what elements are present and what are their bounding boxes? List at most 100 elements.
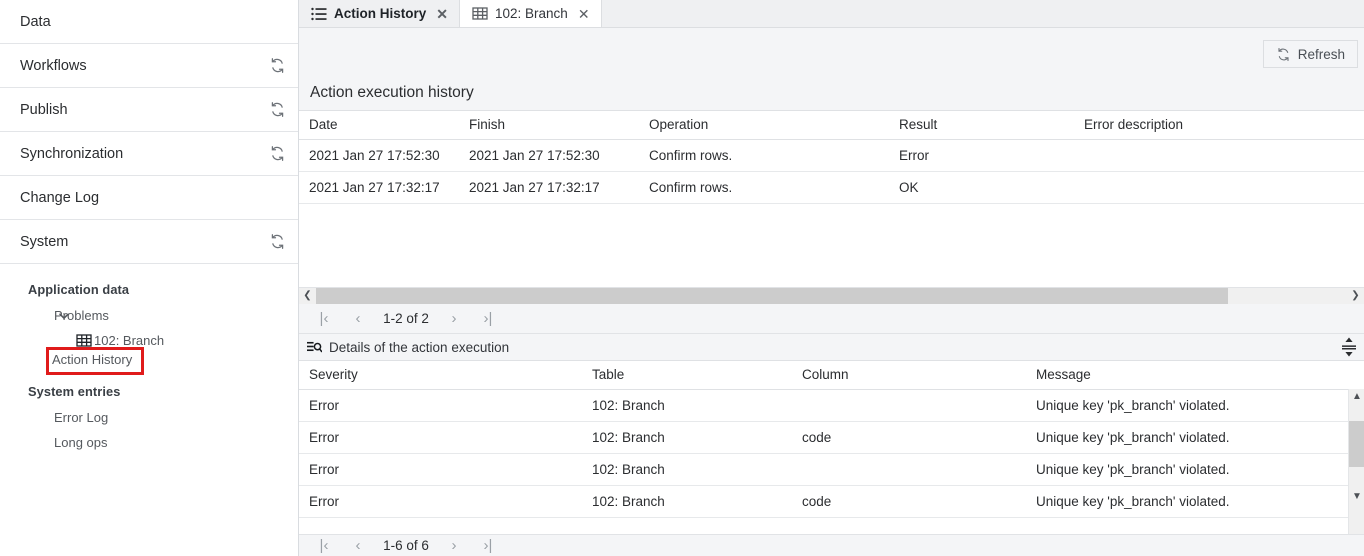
- sync-icon[interactable]: [269, 57, 286, 74]
- table-row[interactable]: Error 102: Branch code Unique key 'pk_br…: [299, 486, 1364, 518]
- column-header-finish[interactable]: Finish: [459, 111, 639, 140]
- action-history-table: Date Finish Operation Result Error descr…: [299, 111, 1364, 204]
- cell-column: code: [792, 486, 1026, 518]
- sidebar-item-label: Synchronization: [20, 146, 123, 162]
- log-search-icon: [307, 341, 322, 354]
- sidebar-item-data[interactable]: Data: [0, 0, 298, 44]
- sidebar-item-publish[interactable]: Publish: [0, 88, 298, 132]
- sync-icon[interactable]: [269, 145, 286, 162]
- tab-102-branch[interactable]: 102: Branch ✕: [460, 0, 602, 27]
- cell-message: Unique key 'pk_branch' violated.: [1026, 422, 1364, 454]
- scroll-right-icon[interactable]: ❯: [1347, 288, 1364, 304]
- scroll-left-icon[interactable]: ❮: [299, 288, 316, 304]
- cell-result: Error: [889, 140, 1074, 172]
- column-header-table[interactable]: Table: [582, 361, 792, 390]
- cell-column: [792, 390, 1026, 422]
- tree-item-action-history-label[interactable]: Action History: [52, 352, 132, 367]
- tree-group-application-data: Application data: [0, 276, 298, 303]
- page-range-label: 1-6 of 6: [375, 538, 437, 553]
- refresh-label: Refresh: [1298, 47, 1345, 62]
- page-range-label: 1-2 of 2: [375, 311, 437, 326]
- chevron-down-icon[interactable]: [58, 310, 70, 322]
- close-icon[interactable]: ✕: [577, 7, 591, 21]
- cell-table: 102: Branch: [582, 486, 792, 518]
- horizontal-scroll-track[interactable]: [316, 288, 1347, 304]
- table-row[interactable]: 2021 Jan 27 17:52:30 2021 Jan 27 17:52:3…: [299, 140, 1364, 172]
- horizontal-scrollbar[interactable]: ❮ ❯: [299, 287, 1364, 304]
- column-header-message[interactable]: Message: [1026, 361, 1364, 390]
- table-row[interactable]: Error 102: Branch Unique key 'pk_branch'…: [299, 454, 1364, 486]
- cell-finish: 2021 Jan 27 17:52:30: [459, 140, 639, 172]
- column-header-error-description[interactable]: Error description: [1074, 111, 1364, 140]
- table-row[interactable]: Error 102: Branch code Unique key 'pk_br…: [299, 422, 1364, 454]
- sidebar-item-label: Workflows: [20, 58, 87, 74]
- cell-result: OK: [889, 172, 1074, 204]
- main-content: Action History ✕ 102: Branch ✕: [299, 0, 1364, 556]
- prev-page-button[interactable]: ‹: [341, 536, 375, 556]
- tree-item-branch[interactable]: 102: Branch: [0, 328, 298, 353]
- table-header-row: Date Finish Operation Result Error descr…: [299, 111, 1364, 140]
- sidebar-item-synchronization[interactable]: Synchronization: [0, 132, 298, 176]
- horizontal-scroll-thumb[interactable]: [316, 288, 1228, 304]
- sidebar-item-system[interactable]: System: [0, 220, 298, 264]
- cell-operation: Confirm rows.: [639, 140, 889, 172]
- table-grid-icon: [76, 334, 92, 347]
- column-header-severity[interactable]: Severity: [299, 361, 582, 390]
- sidebar-item-label: Change Log: [20, 190, 99, 206]
- column-header-column[interactable]: Column: [792, 361, 1026, 390]
- sidebar: Data Workflows Publish Synchronization: [0, 0, 299, 556]
- panel-resize-handle-icon[interactable]: [1340, 337, 1358, 357]
- column-header-operation[interactable]: Operation: [639, 111, 889, 140]
- cell-error-description: [1074, 172, 1364, 204]
- tab-bar: Action History ✕ 102: Branch ✕: [299, 0, 1364, 28]
- refresh-button[interactable]: Refresh: [1263, 40, 1358, 68]
- next-page-button[interactable]: ›: [437, 536, 471, 556]
- cell-severity: Error: [299, 422, 582, 454]
- last-page-button[interactable]: ›|: [471, 536, 505, 556]
- tab-label: 102: Branch: [495, 6, 568, 21]
- prev-page-button[interactable]: ‹: [341, 306, 375, 332]
- cell-finish: 2021 Jan 27 17:32:17: [459, 172, 639, 204]
- next-page-button[interactable]: ›: [437, 306, 471, 332]
- list-icon: [311, 7, 327, 21]
- sidebar-item-change-log[interactable]: Change Log: [0, 176, 298, 220]
- grid-empty-space: [299, 204, 1364, 287]
- scroll-up-icon[interactable]: ▲: [1349, 389, 1364, 404]
- vertical-scroll-thumb[interactable]: [1349, 421, 1364, 467]
- refresh-icon: [1276, 47, 1291, 62]
- first-page-button[interactable]: |‹: [307, 536, 341, 556]
- sidebar-item-workflows[interactable]: Workflows: [0, 44, 298, 88]
- cell-severity: Error: [299, 486, 582, 518]
- table-grid-icon: [472, 7, 488, 21]
- tree-item-problems[interactable]: Problems: [0, 303, 298, 328]
- tree-item-label: Error Log: [54, 410, 108, 425]
- vertical-scrollbar[interactable]: ▲ ▼: [1348, 389, 1364, 556]
- sidebar-item-label: System: [20, 234, 68, 250]
- sync-icon[interactable]: [269, 233, 286, 250]
- tree-group-system-entries: System entries: [0, 378, 298, 405]
- details-panel-title: Details of the action execution: [329, 340, 509, 355]
- close-icon[interactable]: ✕: [435, 7, 449, 21]
- sync-icon[interactable]: [269, 101, 286, 118]
- cell-column: code: [792, 422, 1026, 454]
- cell-table: 102: Branch: [582, 390, 792, 422]
- table-header-row: Severity Table Column Message: [299, 361, 1364, 390]
- last-page-button[interactable]: ›|: [471, 306, 505, 332]
- column-header-result[interactable]: Result: [889, 111, 1074, 140]
- tab-action-history[interactable]: Action History ✕: [299, 0, 460, 27]
- cell-error-description: [1074, 140, 1364, 172]
- table-row[interactable]: 2021 Jan 27 17:32:17 2021 Jan 27 17:32:1…: [299, 172, 1364, 204]
- sidebar-item-label: Publish: [20, 102, 68, 118]
- scroll-down-icon[interactable]: ▼: [1349, 489, 1364, 504]
- cell-column: [792, 454, 1026, 486]
- cell-severity: Error: [299, 454, 582, 486]
- column-header-date[interactable]: Date: [299, 111, 459, 140]
- details-grid: Severity Table Column Message Error 102:…: [299, 360, 1364, 556]
- cell-message: Unique key 'pk_branch' violated.: [1026, 454, 1364, 486]
- first-page-button[interactable]: |‹: [307, 306, 341, 332]
- tree-item-error-log[interactable]: Error Log: [0, 405, 298, 430]
- table-row[interactable]: Error 102: Branch Unique key 'pk_branch'…: [299, 390, 1364, 422]
- tree-item-long-ops[interactable]: Long ops: [0, 430, 298, 455]
- cell-date: 2021 Jan 27 17:52:30: [299, 140, 459, 172]
- pagination-bottom: |‹ ‹ 1-6 of 6 › ›|: [299, 534, 1364, 556]
